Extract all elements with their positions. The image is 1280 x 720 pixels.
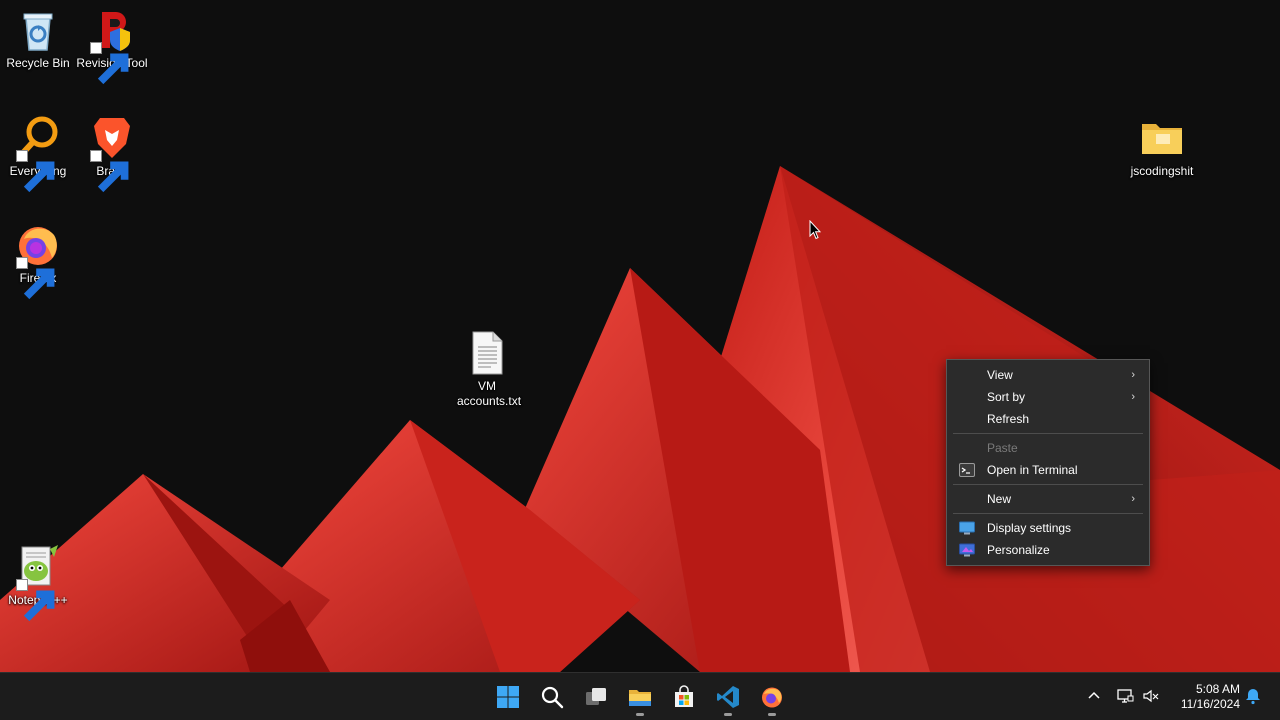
mouse-cursor-icon: [809, 220, 821, 240]
desktop-context-menu: View › Sort by › Refresh Paste Open in T…: [946, 359, 1150, 566]
running-indicator: [768, 713, 776, 716]
desktop-icon-jscodingshit-folder[interactable]: jscodingshit: [1124, 114, 1200, 179]
desktop-icon-revision-tool[interactable]: Revision Tool: [74, 6, 150, 85]
microsoft-store-icon: [675, 685, 693, 707]
menu-item-label: Open in Terminal: [987, 463, 1078, 477]
search-icon: [541, 686, 564, 709]
clock-date: 11/16/2024: [1180, 697, 1240, 711]
menu-separator: [953, 433, 1143, 434]
notification-bell-icon: [1246, 689, 1260, 705]
volume-muted-icon: [1143, 689, 1159, 703]
vscode-icon: [717, 686, 739, 708]
menu-item-paste: Paste: [951, 437, 1145, 459]
shortcut-arrow-icon: [90, 150, 129, 193]
desktop-icon-vm-accounts[interactable]: VM accounts.txt: [449, 329, 525, 409]
tray-notifications[interactable]: [1244, 687, 1264, 707]
shortcut-arrow-icon: [16, 257, 55, 300]
menu-item-view[interactable]: View ›: [951, 364, 1145, 386]
display-settings-icon: [959, 521, 975, 535]
firefox-icon: [14, 221, 62, 300]
firefox-icon: [762, 687, 782, 708]
personalize-icon: [959, 543, 975, 557]
desktop-icon-everything[interactable]: Everything: [0, 114, 76, 193]
everything-search-icon: [14, 114, 62, 193]
menu-separator: [953, 484, 1143, 485]
shortcut-arrow-icon: [90, 42, 129, 85]
menu-item-new[interactable]: New ›: [951, 488, 1145, 510]
desktop[interactable]: Recycle Bin Revision Tool Everything Bra…: [0, 0, 1280, 672]
system-clock[interactable]: 5:08 AM 11/16/2024: [1168, 682, 1240, 712]
icon-label: VM accounts.txt: [457, 379, 522, 408]
task-view-button[interactable]: [580, 681, 612, 713]
tray-volume[interactable]: [1142, 687, 1162, 707]
desktop-icon-firefox[interactable]: Firefox: [0, 221, 76, 300]
chevron-right-icon: ›: [1131, 493, 1135, 505]
icon-label: Recycle Bin: [6, 56, 70, 70]
desktop-icon-recycle-bin[interactable]: Recycle Bin: [0, 6, 76, 71]
menu-item-sort-by[interactable]: Sort by ›: [951, 386, 1145, 408]
menu-item-refresh[interactable]: Refresh: [951, 408, 1145, 430]
revision-tool-icon: [88, 6, 136, 85]
tray-overflow-button[interactable]: [1085, 687, 1105, 707]
start-icon: [497, 686, 519, 708]
search-button[interactable]: [536, 681, 568, 713]
menu-separator: [953, 513, 1143, 514]
task-view-icon: [586, 688, 606, 705]
menu-item-label: Refresh: [987, 412, 1030, 426]
menu-item-label: Paste: [987, 441, 1018, 455]
folder-icon: [1138, 114, 1186, 162]
recycle-bin-icon: [14, 6, 62, 54]
terminal-icon: [959, 463, 975, 477]
icon-label: jscodingshit: [1130, 164, 1194, 178]
chevron-up-icon: [1088, 691, 1100, 699]
menu-item-display-settings[interactable]: Display settings: [951, 517, 1145, 539]
taskbar-microsoft-store[interactable]: [668, 681, 700, 713]
taskbar: 5:08 AM 11/16/2024: [0, 672, 1280, 720]
menu-item-label: Personalize: [987, 543, 1050, 557]
shortcut-arrow-icon: [16, 150, 55, 193]
taskbar-file-explorer[interactable]: [624, 681, 656, 716]
menu-item-label: Display settings: [987, 521, 1072, 535]
running-indicator: [724, 713, 732, 716]
network-icon: [1117, 689, 1134, 703]
tray-network[interactable]: [1116, 687, 1136, 707]
taskbar-vscode[interactable]: [712, 681, 744, 716]
menu-item-personalize[interactable]: Personalize: [951, 539, 1145, 561]
taskbar-firefox[interactable]: [756, 681, 788, 716]
file-explorer-icon: [629, 690, 651, 706]
chevron-right-icon: ›: [1131, 391, 1135, 403]
chevron-right-icon: ›: [1131, 369, 1135, 381]
desktop-icon-brave[interactable]: Brave: [74, 114, 150, 193]
menu-item-label: Sort by: [987, 390, 1026, 404]
clock-time: 5:08 AM: [1195, 682, 1240, 696]
running-indicator: [636, 713, 644, 716]
menu-item-label: New: [987, 492, 1012, 506]
shortcut-arrow-icon: [16, 579, 55, 622]
wallpaper: [0, 166, 1280, 672]
start-button[interactable]: [492, 681, 524, 713]
menu-item-open-in-terminal[interactable]: Open in Terminal: [951, 459, 1145, 481]
desktop-icon-notepad-plus-plus[interactable]: Notepad++: [0, 543, 76, 622]
brave-icon: [88, 114, 136, 193]
notepad-plus-plus-icon: [14, 543, 62, 622]
text-file-icon: [463, 329, 511, 377]
menu-item-label: View: [987, 368, 1013, 382]
